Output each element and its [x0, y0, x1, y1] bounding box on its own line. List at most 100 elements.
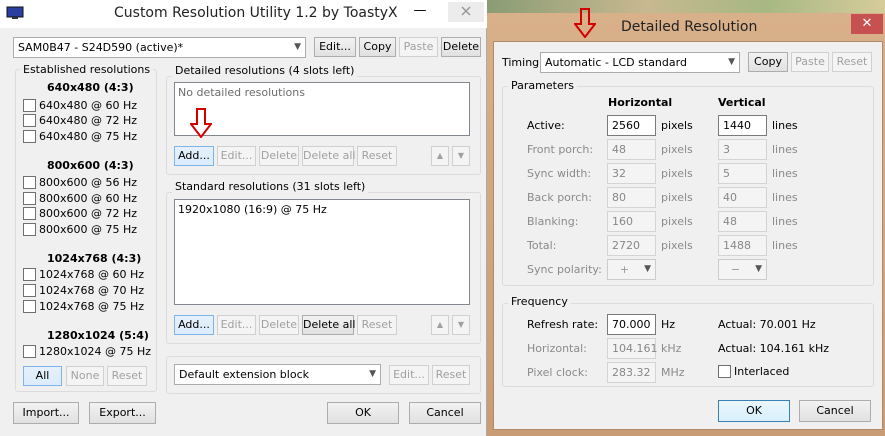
back-porch-horizontal-input[interactable]: 80 — [607, 187, 656, 208]
detailed-move-up-button[interactable]: ▲ — [431, 146, 449, 166]
label-640x480-75: 640x480 @ 75 Hz — [39, 130, 138, 143]
main-titlebar: Custom Resolution Utility 1.2 by ToastyX… — [0, 0, 487, 28]
select-none-button[interactable]: None — [66, 366, 104, 386]
detailed-reset-button[interactable]: Reset — [357, 146, 397, 166]
detailed-edit-button[interactable]: Edit... — [217, 146, 256, 166]
close-icon[interactable] — [448, 2, 484, 22]
active-horizontal-input[interactable]: 2560 — [607, 115, 656, 136]
dialog-paste-button[interactable]: Paste — [791, 52, 829, 72]
dialog-close-icon[interactable]: ✕ — [851, 14, 883, 34]
copy-monitor-button[interactable]: Copy — [359, 37, 396, 57]
main-window-title: Custom Resolution Utility 1.2 by ToastyX — [114, 5, 398, 21]
detailed-move-down-button[interactable]: ▼ — [452, 146, 470, 166]
dialog-reset-button[interactable]: Reset — [832, 52, 872, 72]
sync-width-vertical-unit: lines — [772, 167, 798, 180]
active-vertical-unit: lines — [772, 119, 798, 132]
standard-delete-button[interactable]: Delete — [259, 315, 299, 335]
extension-reset-button[interactable]: Reset — [432, 365, 470, 385]
import-button[interactable]: Import... — [13, 402, 79, 424]
standard-edit-button[interactable]: Edit... — [217, 315, 256, 335]
back-porch-vertical-input[interactable]: 40 — [718, 187, 767, 208]
extension-edit-button[interactable]: Edit... — [389, 365, 429, 385]
annotation-arrow-icon — [574, 8, 596, 38]
standard-resolutions-list[interactable]: 1920x1080 (16:9) @ 75 Hz — [174, 199, 470, 305]
paste-monitor-button[interactable]: Paste — [399, 37, 438, 57]
pixel-clock-input[interactable]: 283.32 — [607, 362, 656, 383]
parameters-group — [502, 86, 874, 286]
front-porch-vertical-input[interactable]: 3 — [718, 139, 767, 160]
total-horizontal-input[interactable]: 2720 — [607, 235, 656, 256]
group-heading-1024: 1024x768 (4:3) — [47, 252, 142, 265]
checkbox-1024x768-75[interactable] — [23, 300, 36, 313]
blanking-label: Blanking: — [527, 215, 579, 228]
timing-select[interactable]: Automatic - LCD standard ▼ — [540, 52, 740, 73]
extension-block-value: Default extension block — [179, 368, 309, 381]
checkbox-800x600-56[interactable] — [23, 176, 36, 189]
detailed-resolution-dialog: Timing: Automatic - LCD standard ▼ Copy … — [493, 41, 883, 430]
checkbox-1280x1024-75[interactable] — [23, 345, 36, 358]
checkbox-800x600-72[interactable] — [23, 207, 36, 220]
dialog-cancel-button[interactable]: Cancel — [799, 400, 871, 422]
interlaced-checkbox[interactable] — [718, 365, 731, 378]
standard-delete-all-button[interactable]: Delete all — [302, 315, 356, 335]
standard-reset-button[interactable]: Reset — [357, 315, 397, 335]
dialog-copy-button[interactable]: Copy — [748, 52, 788, 72]
established-reset-button[interactable]: Reset — [107, 366, 147, 386]
label-1024x768-60: 1024x768 @ 60 Hz — [39, 268, 145, 281]
sync-polarity-horizontal-value: + — [619, 263, 630, 276]
checkbox-1024x768-70[interactable] — [23, 284, 36, 297]
main-cancel-button[interactable]: Cancel — [409, 402, 481, 424]
standard-move-up-button[interactable]: ▲ — [431, 315, 449, 335]
active-label: Active: — [527, 119, 565, 132]
main-ok-button[interactable]: OK — [327, 402, 399, 424]
label-1024x768-70: 1024x768 @ 70 Hz — [39, 284, 145, 297]
chevron-down-icon: ▼ — [294, 42, 301, 52]
detailed-resolutions-label: Detailed resolutions (4 slots left) — [172, 64, 358, 77]
detailed-resolutions-list[interactable]: No detailed resolutions — [174, 82, 470, 136]
label-800x600-60: 800x600 @ 60 Hz — [39, 192, 138, 205]
sync-width-vertical-input[interactable]: 5 — [718, 163, 767, 184]
export-button[interactable]: Export... — [89, 402, 156, 424]
delete-monitor-button[interactable]: Delete — [441, 37, 481, 57]
edit-monitor-button[interactable]: Edit... — [314, 37, 356, 57]
checkbox-640x480-72[interactable] — [23, 114, 36, 127]
horizontal-column-header: Horizontal — [608, 96, 673, 109]
chevron-down-icon: ▼ — [644, 264, 651, 274]
minimize-icon[interactable]: — — [405, 3, 435, 21]
horizontal-freq-unit: kHz — [661, 342, 682, 355]
detailed-delete-all-button[interactable]: Delete all — [302, 146, 356, 166]
monitor-select[interactable]: SAM0B47 - S24D590 (active)* ▼ — [13, 37, 306, 58]
total-vertical-input[interactable]: 1488 — [718, 235, 767, 256]
detailed-add-button[interactable]: Add... — [174, 146, 214, 166]
blanking-horizontal-input[interactable]: 160 — [607, 211, 656, 232]
sync-width-horizontal-input[interactable]: 32 — [607, 163, 656, 184]
active-vertical-input[interactable]: 1440 — [718, 115, 767, 136]
front-porch-horizontal-unit: pixels — [661, 143, 693, 156]
sync-polarity-horizontal-select[interactable]: + ▼ — [607, 259, 656, 280]
chevron-down-icon: ▼ — [755, 264, 762, 274]
standard-resolutions-label: Standard resolutions (31 slots left) — [172, 180, 369, 193]
label-1024x768-75: 1024x768 @ 75 Hz — [39, 300, 145, 313]
checkbox-640x480-60[interactable] — [23, 99, 36, 112]
label-1280x1024-75: 1280x1024 @ 75 Hz — [39, 345, 152, 358]
standard-add-button[interactable]: Add... — [174, 315, 214, 335]
detailed-delete-button[interactable]: Delete — [259, 146, 299, 166]
dialog-title: Detailed Resolution — [621, 19, 758, 35]
select-all-button[interactable]: All — [23, 366, 62, 386]
front-porch-horizontal-input[interactable]: 48 — [607, 139, 656, 160]
extension-block-select[interactable]: Default extension block ▼ — [174, 364, 381, 385]
standard-move-down-button[interactable]: ▼ — [452, 315, 470, 335]
checkbox-800x600-60[interactable] — [23, 192, 36, 205]
standard-resolution-item[interactable]: 1920x1080 (16:9) @ 75 Hz — [178, 203, 466, 216]
blanking-vertical-input[interactable]: 48 — [718, 211, 767, 232]
dialog-ok-button[interactable]: OK — [718, 400, 790, 422]
checkbox-640x480-75[interactable] — [23, 130, 36, 143]
horizontal-freq-input[interactable]: 104.161 — [607, 338, 658, 359]
sync-polarity-vertical-select[interactable]: − ▼ — [718, 259, 767, 280]
timing-select-value: Automatic - LCD standard — [545, 56, 687, 69]
total-label: Total: — [527, 239, 557, 252]
refresh-rate-input[interactable]: 70.000 — [607, 314, 656, 335]
checkbox-1024x768-60[interactable] — [23, 268, 36, 281]
checkbox-800x600-75[interactable] — [23, 223, 36, 236]
group-heading-1280: 1280x1024 (5:4) — [47, 329, 149, 342]
